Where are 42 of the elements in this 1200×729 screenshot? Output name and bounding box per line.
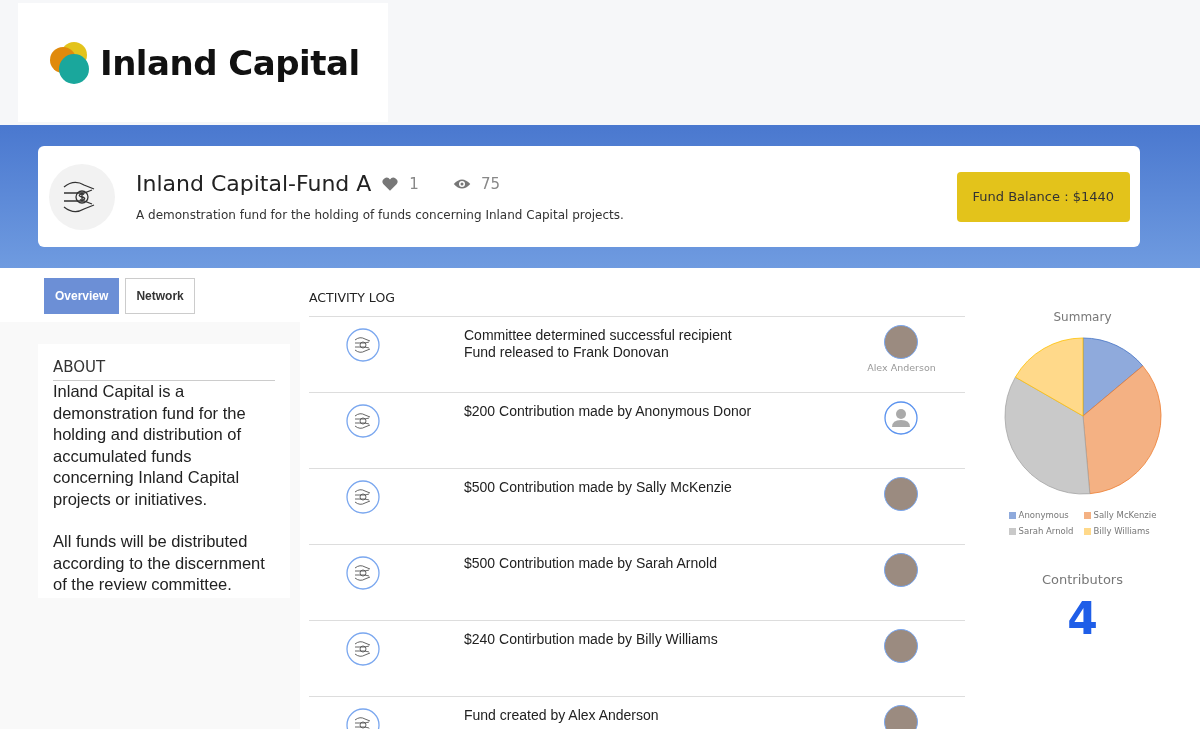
avatar-photo-placeholder (884, 477, 919, 511)
avatar-silhouette-icon (884, 401, 919, 435)
activity-text: $500 Contribution made by Sally McKenzie (464, 479, 733, 496)
activity-text: $240 Contirbution made by Billy Williams (464, 631, 719, 648)
avatar-photo-placeholder (884, 629, 919, 663)
hands-coin-icon (346, 404, 380, 438)
legend-swatch (1083, 511, 1091, 519)
avatar-photo-placeholder (884, 705, 919, 729)
like-count: 1 (409, 174, 419, 193)
legend-label: Anonymous (1018, 510, 1069, 520)
avatar-photo-placeholder (884, 325, 919, 359)
legend-swatch (1008, 511, 1016, 519)
fund-title: Inland Capital-Fund A (136, 171, 372, 196)
activity-text: $200 Contribution made by Anonymous Donor (464, 403, 753, 420)
logo-icon (48, 40, 92, 85)
contributors-count: 4 (1067, 593, 1098, 644)
about-paragraph: All funds will be distributed according to the discernment of the review committee. (53, 531, 266, 595)
activity-text: Committee determined successful recipient Fund released to Frank Donovan (464, 327, 733, 361)
contributors-label: Contributors (1042, 572, 1123, 587)
tab[interactable]: Network (125, 278, 195, 314)
avatar-name: Alex Anderson (867, 362, 936, 373)
legend-label: Sarah Arnold (1018, 526, 1074, 536)
brand-name: Inland Capital (100, 42, 360, 83)
about-paragraph: Inland Capital is a demonstration fund for the holding and distribution of accumulated funds concerning Inland Capital projects or initiatives. (53, 381, 247, 510)
hands-coin-icon (346, 632, 380, 666)
fund-balance-button[interactable]: Fund Balance : $1440 (956, 171, 1130, 222)
hands-coin-icon (346, 480, 380, 514)
hands-coin-icon (48, 162, 116, 231)
about-heading: ABOUT (53, 358, 275, 381)
avatar-photo-placeholder (884, 553, 919, 587)
activity-text: $500 Contribution made by Sarah Arnold (464, 555, 718, 572)
hands-coin-icon (346, 328, 380, 362)
chart-title: Summary (1053, 310, 1112, 324)
view-count: 75 (480, 174, 500, 193)
hands-coin-icon (346, 556, 380, 590)
legend-label: Billy Williams (1093, 526, 1150, 536)
legend-label: Sally McKenzie (1093, 510, 1157, 520)
activity-log-heading: ACTIVITY LOG (309, 268, 965, 317)
fund-description: A demonstration fund for the holding of funds concerning Inland Capital projects. (136, 208, 625, 222)
activity-text: Fund created by Alex Anderson (464, 707, 660, 724)
legend-swatch (1083, 527, 1091, 535)
legend-swatch (1008, 527, 1016, 535)
